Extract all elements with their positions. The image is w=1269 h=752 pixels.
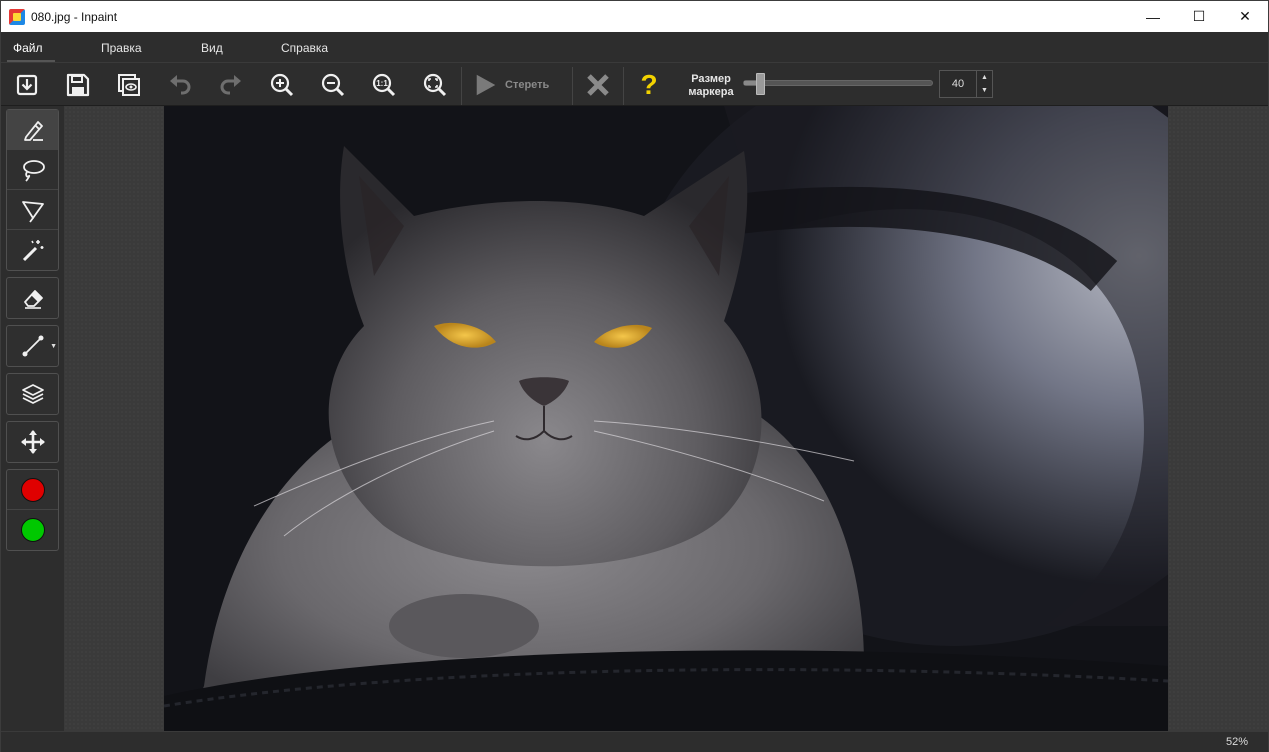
- layers-tool[interactable]: [7, 374, 58, 414]
- image-canvas[interactable]: [164, 106, 1168, 731]
- close-button[interactable]: ✕: [1222, 1, 1268, 32]
- preview-button[interactable]: [111, 68, 147, 102]
- marker-size-slider[interactable]: [743, 80, 933, 86]
- marker-size-value[interactable]: 40: [940, 71, 976, 97]
- cancel-button[interactable]: [580, 68, 616, 102]
- save-button[interactable]: [60, 68, 96, 102]
- app-icon: [9, 8, 25, 25]
- menu-bar: Файл Правка Вид Справка: [1, 32, 1268, 62]
- red-color-swatch: [20, 477, 45, 502]
- marker-size-stepper[interactable]: 40 ▲ ▼: [939, 70, 993, 98]
- zoom-actual-size-button[interactable]: 1:1: [366, 68, 402, 102]
- lasso-tool[interactable]: [7, 150, 58, 190]
- menu-view[interactable]: Вид: [201, 41, 223, 55]
- green-color-button[interactable]: [7, 510, 58, 550]
- toolbar-separator: [572, 67, 573, 105]
- layers-icon: [21, 384, 44, 404]
- maximize-button[interactable]: ☐: [1176, 1, 1222, 32]
- redo-icon: [220, 75, 241, 95]
- magic-wand-tool[interactable]: [7, 230, 58, 270]
- zoom-in-button[interactable]: [264, 68, 300, 102]
- color-picker-group: [6, 469, 59, 551]
- cat-photo: [164, 106, 1168, 731]
- move-tool[interactable]: [7, 422, 58, 462]
- undo-icon: [170, 75, 191, 95]
- zoom-1-1-icon: 1:1: [372, 73, 396, 97]
- marker-size-label-line1: Размер: [691, 73, 731, 85]
- stepper-up-icon[interactable]: ▲: [977, 71, 992, 84]
- stepper-down-icon[interactable]: ▼: [977, 84, 992, 97]
- selection-tools: [6, 109, 59, 271]
- stepper-arrows: ▲ ▼: [976, 71, 992, 97]
- undo-button[interactable]: [162, 68, 198, 102]
- canvas-workspace[interactable]: [64, 106, 1268, 731]
- menu-help[interactable]: Справка: [281, 41, 328, 55]
- marker-size-label: Размер маркера: [684, 73, 738, 99]
- window-title: 080.jpg - Inpaint: [31, 9, 118, 24]
- redo-button[interactable]: [213, 68, 249, 102]
- menu-file[interactable]: Файл: [13, 41, 43, 55]
- status-bar: 52%: [1, 731, 1268, 752]
- marker-size-label-line2: маркера: [688, 86, 734, 98]
- menu-edit[interactable]: Правка: [101, 41, 142, 55]
- open-button[interactable]: [9, 68, 45, 102]
- help-icon: ?: [640, 69, 658, 100]
- zoom-level: 52%: [1225, 736, 1248, 748]
- toolbar-separator: [623, 67, 624, 105]
- window-controls: — ☐ ✕: [1130, 1, 1268, 32]
- zoom-1-1-label: 1:1: [376, 79, 388, 88]
- tool-sidebar: ▼: [1, 106, 64, 731]
- zoom-fit-button[interactable]: [417, 68, 453, 102]
- close-x-icon: [587, 74, 609, 96]
- erase-button[interactable]: Стереть: [463, 68, 567, 102]
- toolbar-separator: [461, 67, 462, 105]
- line-tool[interactable]: ▼: [7, 326, 58, 366]
- red-color-button[interactable]: [7, 470, 58, 510]
- lasso-icon: [22, 159, 45, 182]
- marker-icon: [23, 120, 43, 141]
- minimize-button[interactable]: —: [1130, 1, 1176, 32]
- play-icon: [476, 74, 496, 96]
- slider-thumb[interactable]: [755, 73, 765, 95]
- polygon-lasso-tool[interactable]: [7, 190, 58, 230]
- app-window: 080.jpg - Inpaint — ☐ ✕ Файл Правка Вид …: [0, 0, 1269, 752]
- line-tool-group: ▼: [6, 325, 59, 367]
- help-button[interactable]: ?: [631, 68, 667, 102]
- zoom-out-icon: [321, 73, 345, 97]
- eraser-tool-group: [6, 277, 59, 319]
- eraser-tool[interactable]: [7, 278, 58, 318]
- eraser-icon: [23, 290, 43, 309]
- layers-tool-group: [6, 373, 59, 415]
- dropdown-arrow-icon[interactable]: ▼: [50, 343, 57, 350]
- polygon-lasso-icon: [21, 200, 44, 223]
- line-tool-icon: [22, 335, 43, 357]
- magic-wand-icon: [22, 240, 43, 262]
- toolbar: 1:1 Стереть ? Размер маркера 40 ▲ ▼: [1, 62, 1268, 106]
- move-icon: [20, 430, 45, 454]
- preview-icon: [118, 74, 140, 96]
- marker-tool[interactable]: [7, 110, 58, 150]
- zoom-in-icon: [270, 73, 294, 97]
- move-tool-group: [6, 421, 59, 463]
- zoom-out-button[interactable]: [315, 68, 351, 102]
- save-icon: [66, 73, 90, 97]
- green-color-swatch: [20, 518, 45, 542]
- erase-label: Стереть: [505, 79, 550, 91]
- title-bar: 080.jpg - Inpaint — ☐ ✕: [1, 1, 1268, 32]
- open-icon: [16, 74, 38, 96]
- zoom-fit-icon: [423, 73, 447, 97]
